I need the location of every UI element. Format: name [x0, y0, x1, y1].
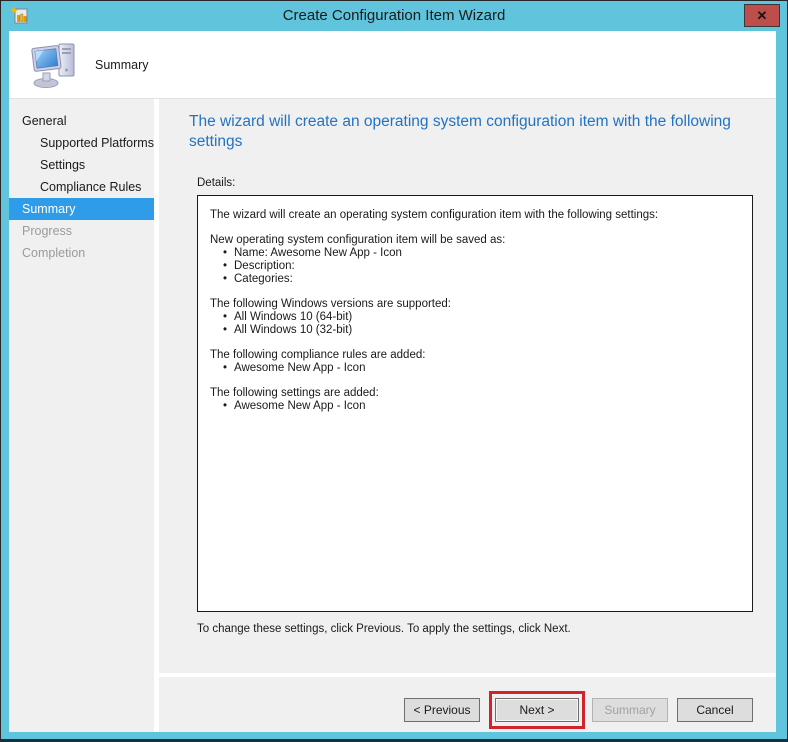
details-bullet: Name: Awesome New App - Icon: [210, 247, 740, 260]
details-section: The following settings are added:Awesome…: [210, 387, 740, 413]
details-section-heading: New operating system configuration item …: [210, 234, 506, 246]
sidebar-item-general[interactable]: General: [9, 110, 154, 132]
details-intro: The wizard will create an operating syst…: [210, 209, 659, 221]
sidebar-item-completion: Completion: [22, 246, 86, 260]
details-bullet: Awesome New App - Icon: [210, 362, 740, 375]
page-heading: The wizard will create an operating syst…: [189, 113, 731, 150]
main-panel: The wizard will create an operating syst…: [159, 99, 776, 732]
details-section: The following Windows versions are suppo…: [210, 298, 740, 337]
sidebar-item-summary[interactable]: Summary: [9, 198, 154, 220]
wizard-header: Summary: [9, 31, 776, 99]
details-section-heading: The following compliance rules are added…: [210, 349, 426, 361]
details-bullet: Awesome New App - Icon: [210, 400, 740, 413]
computer-icon: [31, 40, 81, 90]
details-label: Details:: [197, 177, 236, 189]
sidebar-item-settings[interactable]: Settings: [9, 154, 154, 176]
sidebar-item-compliance-rules[interactable]: Compliance Rules: [9, 176, 154, 198]
wizard-nav: General Supported Platforms Settings Compli…: [9, 99, 154, 732]
sidebar-item-progress: Progress: [22, 224, 73, 238]
cancel-button[interactable]: Cancel: [677, 698, 753, 722]
summary-button: Summary: [592, 698, 668, 722]
details-section-heading: The following settings are added:: [210, 387, 379, 399]
page-step-title: Summary: [95, 57, 149, 72]
wizard-window: Create Configuration Item Wizard ✕ Summa…: [0, 0, 788, 742]
details-bullet: Categories:: [210, 273, 740, 286]
titlebar: Create Configuration Item Wizard ✕: [1, 1, 787, 31]
close-icon: ✕: [756, 8, 768, 23]
sidebar-item-supported-platforms[interactable]: Supported Platforms: [9, 132, 154, 154]
details-bullet: All Windows 10 (64-bit): [210, 311, 740, 324]
next-button[interactable]: Next >: [495, 698, 579, 722]
red-annotation-box: Next >: [489, 691, 585, 729]
wizard-content: Summary General Supported Platforms Settin…: [9, 31, 776, 732]
previous-button[interactable]: < Previous: [404, 698, 480, 722]
button-area-divider: [159, 673, 776, 677]
configuration-item-icon: [10, 6, 30, 26]
details-box[interactable]: The wizard will create an operating syst…: [197, 195, 753, 612]
details-bullet: Description:: [210, 260, 740, 273]
details-bullet: All Windows 10 (32-bit): [210, 324, 740, 337]
close-button[interactable]: ✕: [744, 4, 780, 27]
details-section-heading: The following Windows versions are suppo…: [210, 298, 451, 310]
footer-note: To change these settings, click Previous…: [197, 623, 571, 635]
window-title: Create Configuration Item Wizard: [282, 7, 506, 24]
details-section: The following compliance rules are added…: [210, 349, 740, 375]
wizard-body: General Supported Platforms Settings Compli…: [9, 99, 776, 732]
details-section: New operating system configuration item …: [210, 234, 740, 286]
